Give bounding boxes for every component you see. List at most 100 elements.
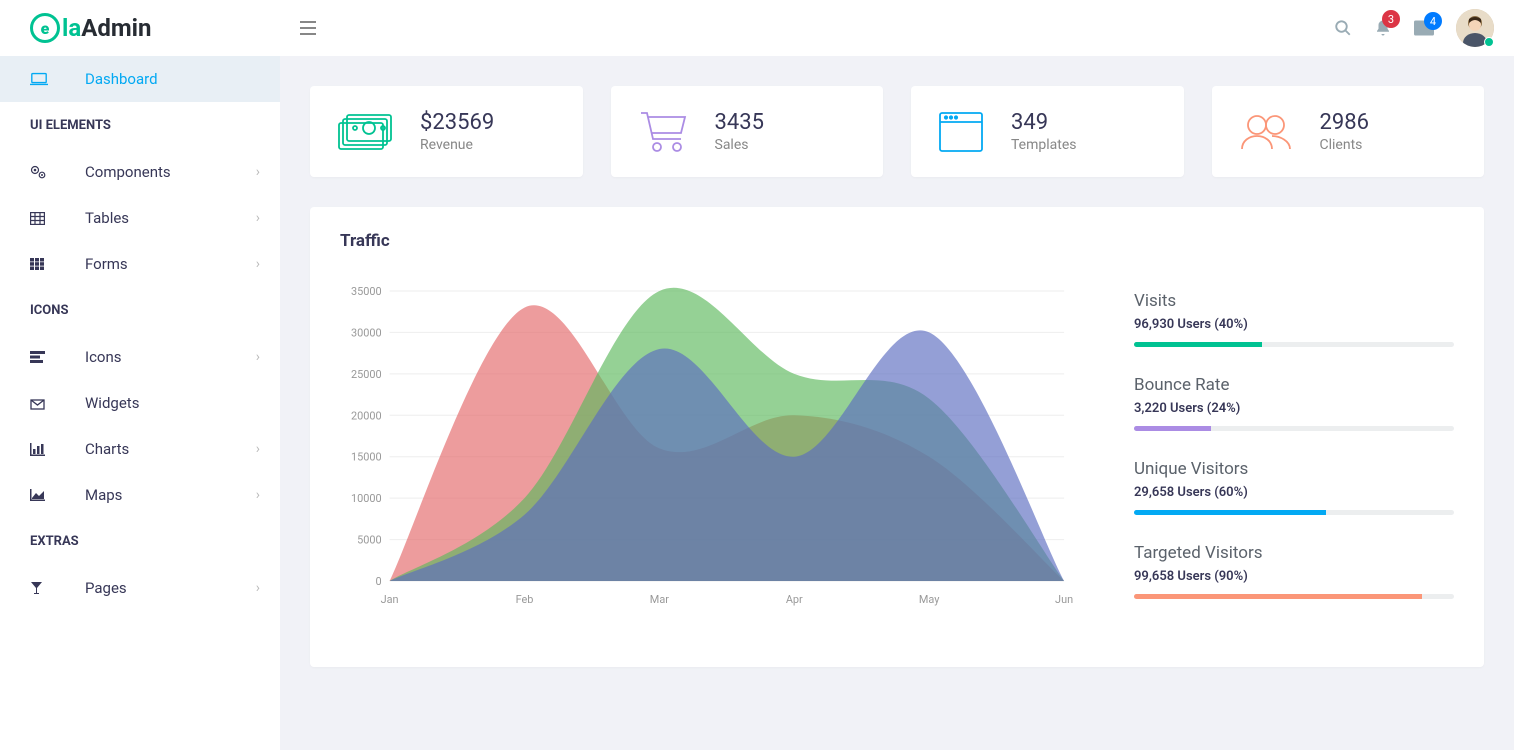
sidebar-item-forms[interactable]: Forms › — [0, 241, 280, 287]
traffic-title: Traffic — [340, 231, 1454, 251]
sidebar-item-label: Icons — [85, 348, 256, 366]
logo-text-admin: Admin — [81, 14, 151, 42]
stat-card-templates: 349 Templates — [911, 86, 1184, 177]
svg-text:5000: 5000 — [357, 534, 381, 547]
notifications-button[interactable]: 3 — [1374, 18, 1392, 38]
chevron-right-icon: › — [256, 210, 260, 226]
sidebar-item-label: Widgets — [85, 394, 260, 412]
progress-bar — [1134, 594, 1454, 599]
notification-badge: 3 — [1382, 10, 1400, 28]
sidebar-item-components[interactable]: Components › — [0, 149, 280, 195]
progress-bar — [1134, 342, 1454, 347]
status-dot-icon — [1484, 37, 1494, 47]
progress-sub: 29,658 Users (60%) — [1134, 485, 1454, 500]
svg-text:Feb: Feb — [516, 593, 534, 606]
svg-text:Mar: Mar — [650, 593, 669, 606]
chevron-right-icon: › — [256, 349, 260, 365]
sidebar-item-label: Pages — [85, 579, 256, 597]
chevron-right-icon: › — [256, 487, 260, 503]
table-icon — [30, 212, 45, 225]
stat-label: Sales — [715, 137, 764, 153]
stat-value: 349 — [1011, 110, 1077, 135]
logo-text-la: la — [62, 14, 81, 42]
laptop-icon — [30, 72, 48, 86]
bar-chart-icon — [30, 443, 45, 456]
progress-targeted: Targeted Visitors 99,658 Users (90%) — [1134, 543, 1454, 599]
sidebar-item-label: Dashboard — [85, 70, 260, 88]
stat-label: Templates — [1011, 137, 1077, 153]
users-icon — [1240, 114, 1292, 150]
progress-title: Bounce Rate — [1134, 375, 1454, 395]
cogs-icon — [30, 165, 46, 179]
sidebar-item-label: Charts — [85, 440, 256, 458]
glass-icon — [30, 581, 43, 595]
stat-value: $23569 — [420, 110, 494, 135]
progress-fill — [1134, 342, 1262, 347]
sidebar-item-charts[interactable]: Charts › — [0, 426, 280, 472]
svg-text:35000: 35000 — [351, 285, 382, 298]
user-menu[interactable] — [1456, 9, 1494, 47]
sidebar-item-maps[interactable]: Maps › — [0, 472, 280, 518]
money-icon — [338, 114, 392, 150]
progress-title: Targeted Visitors — [1134, 543, 1454, 563]
progress-bar — [1134, 426, 1454, 431]
svg-text:0: 0 — [376, 575, 382, 588]
svg-text:Jun: Jun — [1055, 593, 1073, 606]
stat-label: Revenue — [420, 137, 494, 153]
stat-card-clients: 2986 Clients — [1212, 86, 1485, 177]
svg-text:30000: 30000 — [351, 326, 382, 339]
chevron-right-icon: › — [256, 256, 260, 272]
sidebar-item-widgets[interactable]: Widgets — [0, 380, 280, 426]
sidebar: Dashboard UI ELEMENTS Components › Table… — [0, 56, 280, 750]
progress-sub: 3,220 Users (24%) — [1134, 401, 1454, 416]
stat-value: 3435 — [715, 110, 764, 135]
sidebar-section-icons: ICONS — [0, 287, 280, 334]
stat-value: 2986 — [1320, 110, 1369, 135]
sidebar-item-label: Components — [85, 163, 256, 181]
sidebar-item-tables[interactable]: Tables › — [0, 195, 280, 241]
svg-text:20000: 20000 — [351, 409, 382, 422]
progress-sub: 99,658 Users (90%) — [1134, 569, 1454, 584]
envelope-open-icon — [30, 397, 45, 410]
sidebar-item-label: Maps — [85, 486, 256, 504]
area-chart-icon — [30, 489, 45, 501]
cart-icon — [639, 111, 687, 153]
tasks-icon — [30, 351, 45, 363]
chevron-right-icon: › — [256, 441, 260, 457]
th-icon — [30, 258, 44, 270]
search-icon — [1334, 19, 1352, 37]
progress-bar — [1134, 510, 1454, 515]
menu-toggle-button[interactable] — [280, 21, 336, 35]
progress-unique: Unique Visitors 29,658 Users (60%) — [1134, 459, 1454, 515]
progress-sub: 96,930 Users (40%) — [1134, 317, 1454, 332]
progress-title: Unique Visitors — [1134, 459, 1454, 479]
sidebar-item-dashboard[interactable]: Dashboard — [0, 56, 280, 102]
progress-title: Visits — [1134, 291, 1454, 311]
stat-card-sales: 3435 Sales — [611, 86, 884, 177]
sidebar-section-extras: EXTRAS — [0, 518, 280, 565]
sidebar-item-icons[interactable]: Icons › — [0, 334, 280, 380]
svg-text:10000: 10000 — [351, 492, 382, 505]
hamburger-icon — [300, 21, 316, 35]
messages-button[interactable]: 4 — [1414, 20, 1434, 36]
stat-card-revenue: $23569 Revenue — [310, 86, 583, 177]
browser-icon — [939, 112, 983, 152]
chevron-right-icon: › — [256, 164, 260, 180]
progress-visits: Visits 96,930 Users (40%) — [1134, 291, 1454, 347]
logo[interactable]: elaAdmin — [0, 13, 280, 43]
sidebar-item-pages[interactable]: Pages › — [0, 565, 280, 611]
search-button[interactable] — [1334, 19, 1352, 37]
traffic-area-chart: 05000100001500020000250003000035000JanFe… — [340, 281, 1074, 611]
progress-fill — [1134, 510, 1326, 515]
progress-fill — [1134, 426, 1211, 431]
svg-text:25000: 25000 — [351, 368, 382, 381]
sidebar-item-label: Tables — [85, 209, 256, 227]
progress-fill — [1134, 594, 1422, 599]
sidebar-item-label: Forms — [85, 255, 256, 273]
stat-label: Clients — [1320, 137, 1369, 153]
traffic-card: Traffic 0 5000 10000 15000 20000 25000 30000 35… — [310, 207, 1484, 667]
sidebar-section-ui-elements: UI ELEMENTS — [0, 102, 280, 149]
chevron-right-icon: › — [256, 580, 260, 596]
svg-text:May: May — [919, 593, 940, 606]
svg-text:15000: 15000 — [351, 451, 382, 464]
